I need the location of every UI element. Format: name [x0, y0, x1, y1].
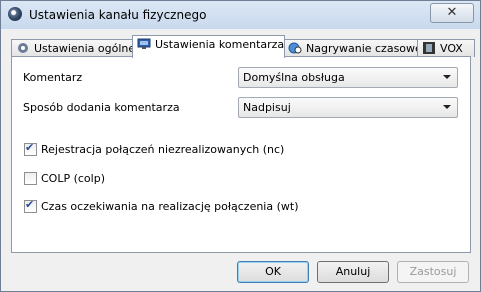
- checkbox-nc[interactable]: [24, 141, 37, 156]
- film-icon: [422, 42, 436, 54]
- tab-vox[interactable]: VOX: [417, 39, 475, 57]
- dialog-window: Ustawienia kanału fizycznego ✕ Ustawieni…: [0, 0, 481, 292]
- checkbox-nc-label: Rejestracja połączeń niezrealizowanych (…: [41, 143, 285, 156]
- tab-panel: Komentarz Domyślna obsługa Sposób dodani…: [11, 56, 471, 253]
- comment-select[interactable]: Domyślna obsługa: [238, 67, 458, 88]
- window-title: Ustawienia kanału fizycznego: [29, 8, 207, 22]
- close-button[interactable]: ✕: [430, 3, 474, 23]
- add-method-value: Nadpisuj: [243, 101, 291, 114]
- add-method-select[interactable]: Nadpisuj: [238, 97, 458, 118]
- globe-clock-icon: [288, 42, 302, 54]
- chevron-down-icon: [443, 75, 451, 79]
- comment-label: Komentarz: [23, 71, 83, 84]
- monitor-icon: [137, 38, 151, 50]
- checkbox-wt[interactable]: [24, 198, 37, 213]
- chevron-down-icon: [443, 105, 451, 109]
- tab-label: VOX: [440, 42, 463, 55]
- checkbox-colp-label: COLP (colp): [41, 172, 105, 185]
- checkbox-colp[interactable]: [24, 172, 37, 185]
- tab-label: Ustawienia komentarza: [155, 38, 285, 51]
- apply-button[interactable]: Zastosuj: [397, 261, 469, 283]
- gear-icon: [16, 42, 30, 54]
- title-bar[interactable]: Ustawienia kanału fizycznego ✕: [1, 1, 480, 29]
- tab-label: Ustawienia ogólne: [34, 42, 136, 55]
- tab-comment-settings[interactable]: Ustawienia komentarza: [132, 35, 285, 58]
- comment-value: Domyślna obsługa: [243, 71, 345, 84]
- tab-label: Nagrywanie czasowe: [306, 42, 422, 55]
- add-method-label: Sposób dodania komentarza: [23, 101, 180, 114]
- cancel-button[interactable]: Anuluj: [317, 261, 389, 283]
- tab-scheduled-recording[interactable]: Nagrywanie czasowe: [283, 39, 422, 57]
- ok-button[interactable]: OK: [237, 261, 309, 283]
- app-icon: [8, 7, 22, 21]
- dialog-client: Ustawienia ogólne Ustawienia komentarza …: [7, 29, 475, 285]
- tab-general-settings[interactable]: Ustawienia ogólne: [11, 39, 135, 57]
- checkbox-wt-label: Czas oczekiwania na realizację połączeni…: [41, 200, 299, 213]
